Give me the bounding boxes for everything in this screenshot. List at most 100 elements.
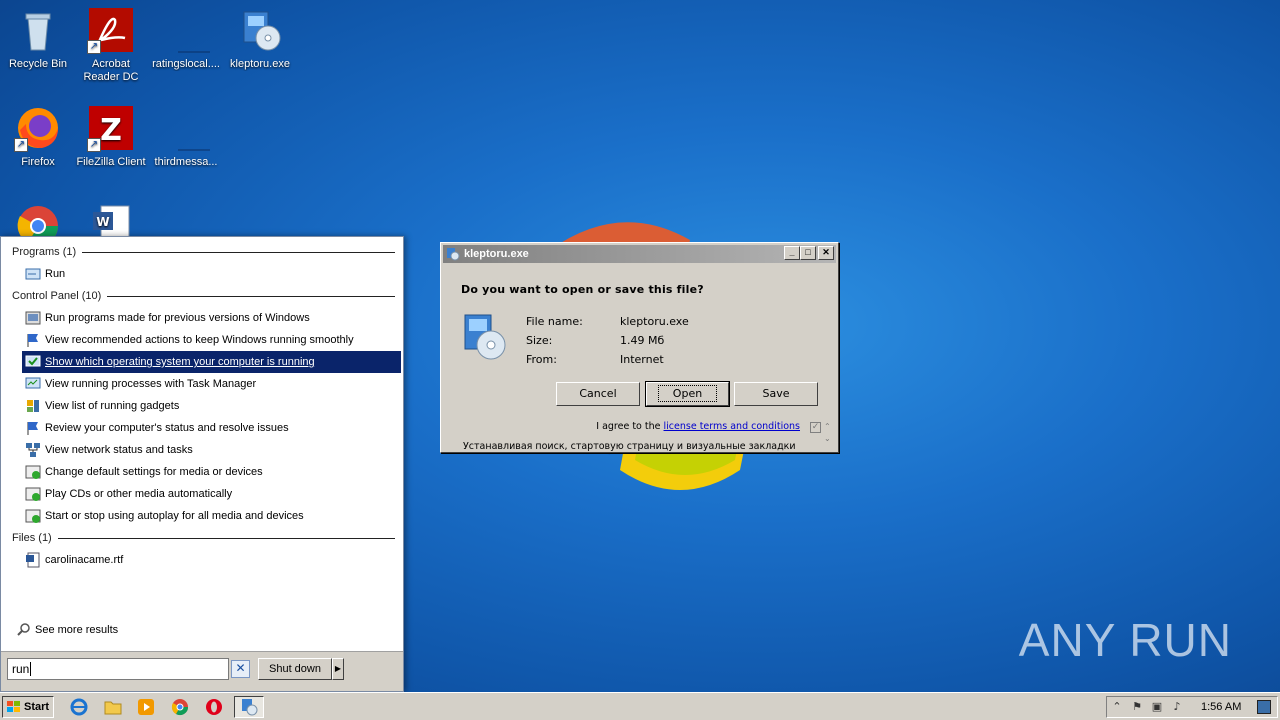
result-item-recommended-actions[interactable]: View recommended actions to keep Windows… <box>22 329 399 351</box>
media-player-icon[interactable] <box>137 698 155 716</box>
compatibility-icon <box>25 311 41 325</box>
shortcut-arrow-icon: ↗ <box>87 138 101 152</box>
desktop-icon-firefox[interactable]: ↗ Firefox <box>0 104 76 169</box>
explorer-folder-icon[interactable] <box>104 698 122 716</box>
see-more-results-link[interactable]: See more results <box>17 623 118 637</box>
recycle-bin-icon <box>14 6 62 54</box>
clear-search-icon[interactable]: ✕ <box>231 660 250 678</box>
file-download-dialog: kleptoru.exe _ □ ✕ Do you want to open o… <box>440 242 839 453</box>
shortcut-arrow-icon: ↗ <box>14 138 28 152</box>
network-icon <box>26 443 40 457</box>
result-item-gadgets[interactable]: View list of running gadgets <box>22 395 399 417</box>
system-tray: ⌃ ⚑ ▣ ♪ 1:56 AM <box>1106 696 1278 718</box>
size-label: Size: <box>526 334 553 347</box>
result-item-status[interactable]: Review your computer's status and resolv… <box>22 417 399 439</box>
desktop-icon-kleptoru[interactable]: kleptoru.exe <box>222 6 298 71</box>
maximize-icon[interactable]: □ <box>800 246 816 260</box>
autoplay-icon <box>25 509 41 523</box>
from-value: Internet <box>620 353 664 366</box>
action-center-flag-icon[interactable]: ⚑ <box>1129 700 1145 714</box>
close-icon[interactable]: ✕ <box>818 246 834 260</box>
run-icon <box>25 268 41 280</box>
section-title: Control Panel (10) <box>12 290 102 302</box>
start-search-input[interactable]: run <box>7 658 229 680</box>
size-row: Size: 1.49 Мб <box>526 334 664 347</box>
installer-icon <box>236 6 284 54</box>
gadgets-icon <box>27 400 39 412</box>
desktop-icon-acrobat[interactable]: ↗ Acrobat Reader DC <box>73 6 149 84</box>
license-agreement: I agree to the license terms and conditi… <box>441 421 838 432</box>
result-item-os-info[interactable]: Show which operating system your compute… <box>22 351 401 373</box>
file-name-label: File name: <box>526 315 583 328</box>
section-divider <box>107 295 395 297</box>
desktop-icon-label: FileZilla Client <box>76 156 146 168</box>
taskbar-item-kleptoru[interactable] <box>234 696 264 718</box>
anyrun-watermark: ANY RUN <box>1019 608 1232 672</box>
result-item-media-defaults[interactable]: Change default settings for media or dev… <box>22 461 399 483</box>
section-header-files: Files (1) <box>5 527 399 549</box>
svg-text:W: W <box>96 215 109 229</box>
installer-icon <box>464 314 506 360</box>
result-item-run[interactable]: Run <box>22 263 399 285</box>
windows-flag-icon <box>7 701 20 712</box>
action-center-flag-icon <box>27 422 38 435</box>
result-item-autoplay[interactable]: Start or stop using autoplay for all med… <box>22 505 399 527</box>
section-divider <box>57 537 395 539</box>
desktop-icon-ratingslocal[interactable]: ratingslocal.... <box>148 6 224 71</box>
file-name-row: File name: kleptoru.exe <box>526 315 689 328</box>
shutdown-options-arrow-icon[interactable]: ▶ <box>332 658 344 680</box>
internet-explorer-icon[interactable] <box>70 698 88 716</box>
installer-icon <box>242 699 258 716</box>
autoplay-icon <box>25 465 41 479</box>
desktop-icon-label: thirdmessa... <box>154 156 218 168</box>
minimize-icon[interactable]: _ <box>784 246 800 260</box>
show-desktop-icon[interactable] <box>1257 700 1271 714</box>
filezilla-icon: Z ↗ <box>87 104 135 152</box>
clock[interactable]: 1:56 AM <box>1201 701 1241 713</box>
size-value: 1.49 Мб <box>620 334 665 347</box>
dialog-title: kleptoru.exe <box>464 248 529 260</box>
network-icon[interactable]: ▣ <box>1149 700 1165 714</box>
open-button[interactable]: Open <box>645 381 730 407</box>
start-button[interactable]: Start <box>2 696 54 718</box>
desktop-icon-filezilla[interactable]: Z ↗ FileZilla Client <box>73 104 149 169</box>
desktop-icon-label: Recycle Bin <box>8 58 68 70</box>
show-hidden-icons-icon[interactable]: ⌃ <box>1109 700 1125 714</box>
firefox-icon: ↗ <box>14 104 62 152</box>
dialog-titlebar[interactable]: kleptoru.exe _ □ ✕ <box>443 245 836 263</box>
agree-checkbox[interactable]: ✓ <box>810 422 821 433</box>
opera-icon[interactable] <box>205 698 223 716</box>
result-item-task-manager[interactable]: View running processes with Task Manager <box>22 373 399 395</box>
license-terms-link[interactable]: license terms and conditions <box>664 421 800 432</box>
agree-prefix: I agree to the <box>596 421 661 432</box>
cancel-button[interactable]: Cancel <box>556 382 640 406</box>
volume-icon[interactable]: ♪ <box>1169 700 1185 714</box>
save-button[interactable]: Save <box>734 382 818 406</box>
result-item-compat[interactable]: Run programs made for previous versions … <box>22 307 399 329</box>
see-more-label: See more results <box>35 624 119 636</box>
task-manager-icon <box>25 377 41 389</box>
from-row: From: Internet <box>526 353 664 366</box>
offer-scroll-arrows[interactable]: ⌃ ⌄ <box>824 421 834 445</box>
taskbar: Start ⌃ ⚑ ▣ ♪ 1:56 AM <box>0 692 1280 720</box>
shortcut-arrow-icon: ↗ <box>87 40 101 54</box>
result-item-network[interactable]: View network status and tasks <box>22 439 399 461</box>
desktop-icon-thirdmessa[interactable]: thirdmessa... <box>148 104 224 169</box>
desktop-icon-label: ratingslocal.... <box>152 58 220 70</box>
text-caret <box>30 662 32 676</box>
result-item-file[interactable]: carolinacame.rtf <box>22 549 399 571</box>
svg-text:Z: Z <box>100 113 122 148</box>
search-icon <box>17 623 30 636</box>
section-title: Files (1) <box>12 532 52 544</box>
search-results: Programs (1) Run Control Panel (10) Run … <box>5 241 401 653</box>
desktop-icon-recycle-bin[interactable]: Recycle Bin <box>0 6 76 71</box>
start-menu-bottom-bar: run ✕ Shut down ▶ <box>1 651 403 691</box>
installer-icon <box>447 248 460 261</box>
search-value: run <box>12 662 30 676</box>
action-center-flag-icon <box>27 334 38 347</box>
shutdown-button[interactable]: Shut down <box>258 658 332 680</box>
chrome-icon[interactable] <box>171 698 189 716</box>
result-item-play-cds[interactable]: Play CDs or other media automatically <box>22 483 399 505</box>
system-icon <box>25 355 41 367</box>
from-label: From: <box>526 353 557 366</box>
